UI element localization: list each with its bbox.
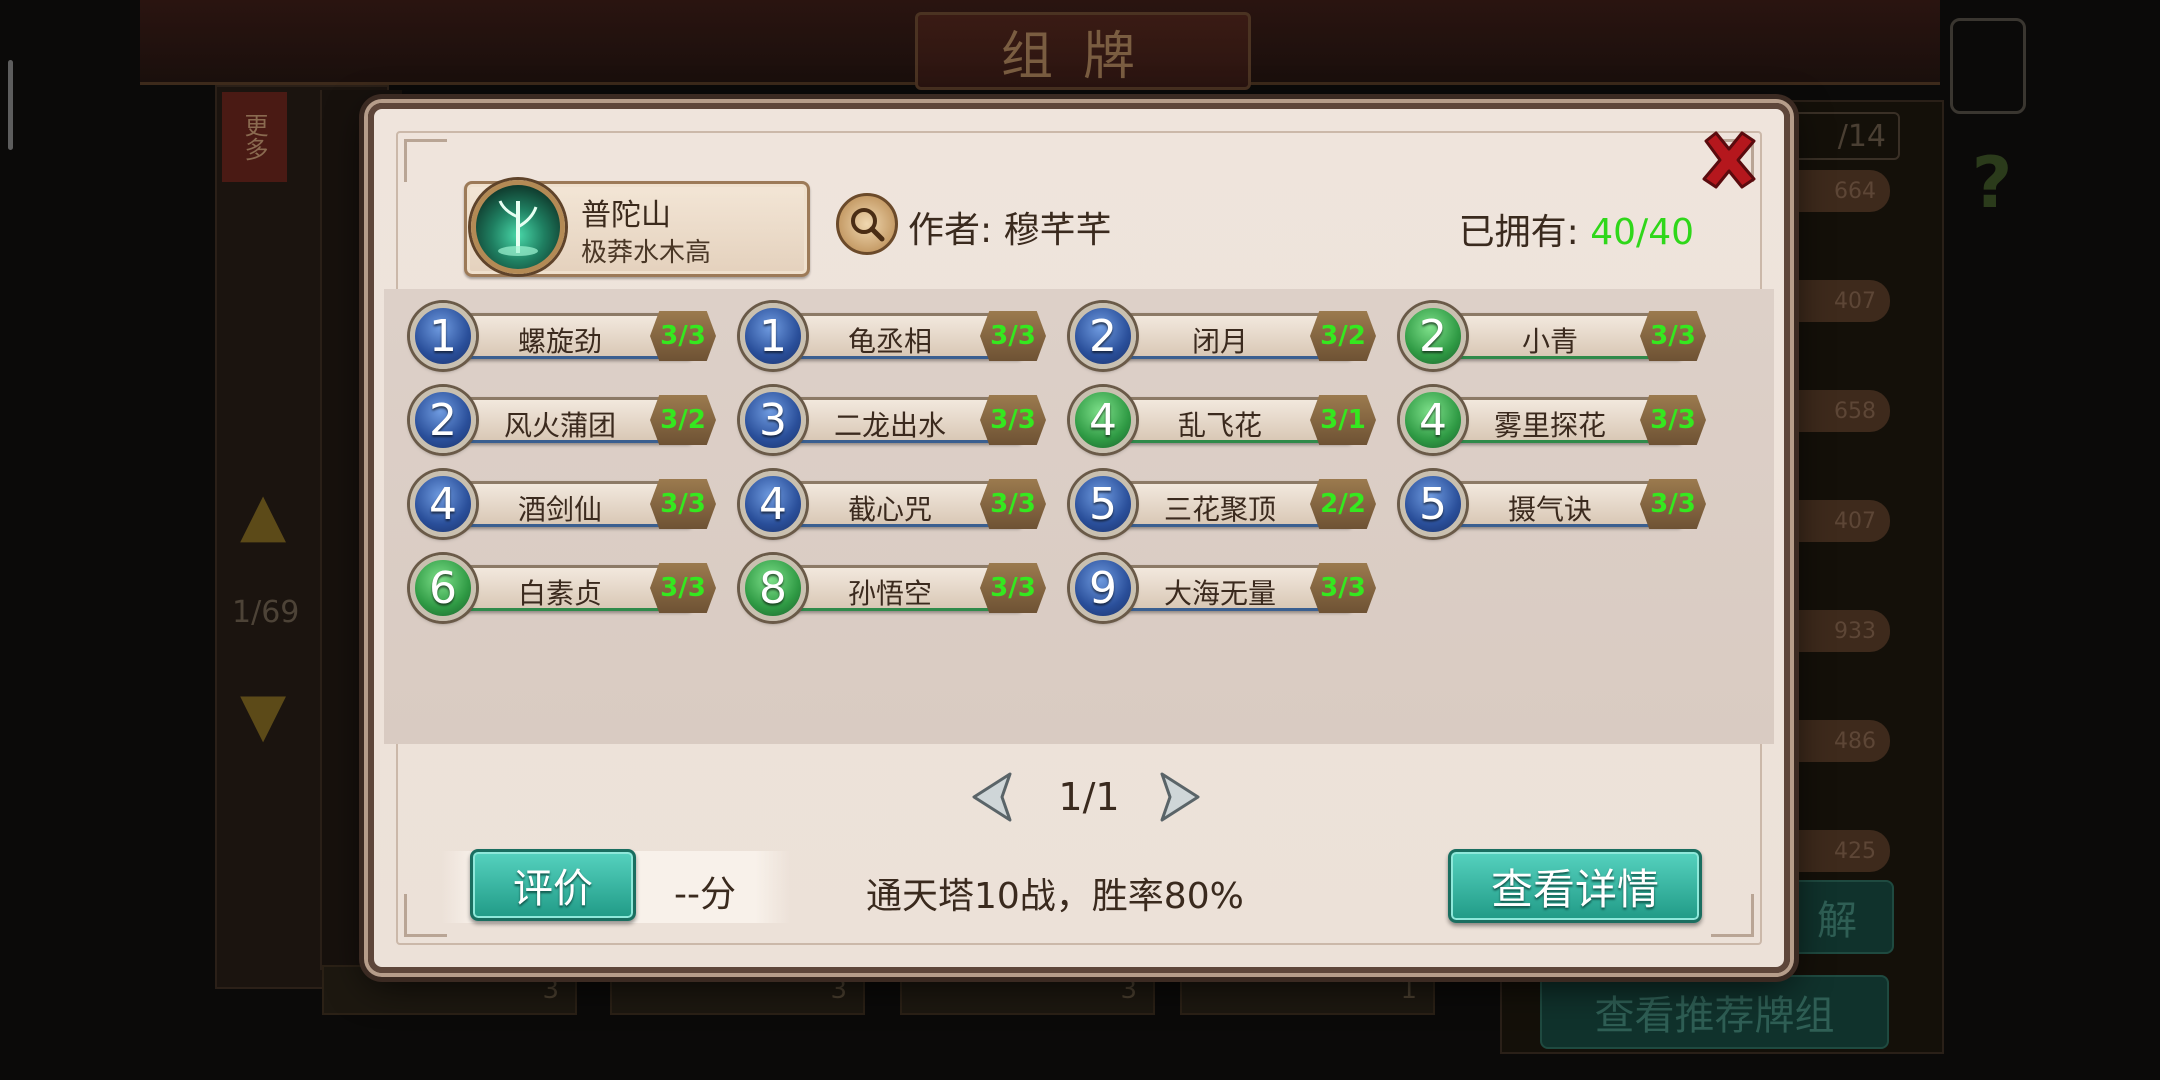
card-count: 3/3	[1640, 479, 1706, 529]
card-cost: 1	[410, 303, 476, 369]
tower-record: 通天塔10战，胜率80%	[866, 876, 1244, 917]
card-cost: 5	[1400, 471, 1466, 537]
search-button[interactable]	[836, 193, 898, 255]
card-cost: 2	[1070, 303, 1136, 369]
edge-handle	[8, 60, 13, 150]
card-name: 龟丞相	[847, 325, 932, 358]
card-item[interactable]: 小青 3/3 2	[1400, 303, 1708, 369]
card-count: 3/3	[1640, 395, 1706, 445]
card-count: 3/3	[650, 311, 716, 361]
card-item[interactable]: 闭月 3/2 2	[1070, 303, 1378, 369]
frame-corner	[404, 139, 447, 182]
bg-title: 组牌	[915, 12, 1251, 90]
card-name: 螺旋劲	[517, 325, 602, 358]
help-icon[interactable]: ?	[1960, 135, 2024, 231]
card-count: 3/1	[1310, 395, 1376, 445]
card-item[interactable]: 乱飞花 3/1 4	[1070, 387, 1378, 453]
card-item[interactable]: 孙悟空 3/3 8	[740, 555, 1048, 621]
card-cost: 8	[740, 555, 806, 621]
bg-deck-count: 1/69	[232, 595, 300, 630]
card-count: 3/3	[980, 563, 1046, 613]
close-button[interactable]	[1694, 125, 1764, 195]
scroll-down-icon[interactable]: ▼	[240, 680, 286, 750]
card-name: 乱飞花	[1177, 409, 1262, 442]
flag-icon[interactable]	[1950, 18, 2026, 114]
card-item[interactable]: 二龙出水 3/3 3	[740, 387, 1048, 453]
chevron-left-icon	[972, 772, 1012, 822]
bg-side-button[interactable]: 解	[1780, 880, 1894, 954]
frame-corner	[404, 894, 447, 937]
card-cost: 6	[410, 555, 476, 621]
chevron-right-icon	[1160, 772, 1200, 822]
card-name: 酒剑仙	[517, 493, 602, 526]
bg-recommend-button[interactable]: 查看推荐牌组	[1540, 975, 1889, 1049]
card-name: 摄气诀	[1507, 493, 1592, 526]
card-name: 孙悟空	[847, 577, 932, 610]
bamboo-emblem-icon	[471, 180, 565, 274]
card-cost: 4	[1070, 387, 1136, 453]
card-name: 风火蒲团	[503, 409, 616, 442]
card-count: 3/3	[650, 563, 716, 613]
card-name: 小青	[1521, 325, 1578, 358]
deck-badge: 普陀山 极莽水木高	[464, 180, 810, 277]
prev-page-button[interactable]	[966, 769, 1018, 825]
card-item[interactable]: 风火蒲团 3/2 2	[410, 387, 718, 453]
card-count: 3/3	[1310, 563, 1376, 613]
owned-count: 已拥有: 40/40	[1459, 203, 1694, 255]
card-name: 闭月	[1191, 325, 1248, 358]
card-count: 3/3	[980, 479, 1046, 529]
deck-detail-modal: 普陀山 极莽水木高 作者: 穆芊芊 已拥有: 40/40 螺旋劲 3/3 1 龟丞相 3…	[368, 103, 1790, 973]
bg-more-tag[interactable]: 更多	[222, 92, 287, 182]
card-cost: 9	[1070, 555, 1136, 621]
card-name: 大海无量	[1163, 577, 1276, 610]
card-cost: 5	[1070, 471, 1136, 537]
next-page-button[interactable]	[1154, 769, 1206, 825]
card-item[interactable]: 龟丞相 3/3 1	[740, 303, 1048, 369]
view-details-button[interactable]: 查看详情	[1448, 849, 1702, 923]
card-item[interactable]: 摄气诀 3/3 5	[1400, 471, 1708, 537]
card-item[interactable]: 雾里探花 3/3 4	[1400, 387, 1708, 453]
card-cost: 4	[740, 471, 806, 537]
page-indicator: 1/1	[1058, 775, 1120, 819]
card-count: 3/3	[1640, 311, 1706, 361]
author-label: 作者: 穆芊芊	[908, 210, 1112, 251]
search-icon	[851, 208, 885, 242]
card-count: 3/3	[980, 311, 1046, 361]
card-item[interactable]: 白素贞 3/3 6	[410, 555, 718, 621]
deck-subtitle: 极莽水木高	[581, 238, 712, 268]
rate-button[interactable]: 评价	[470, 849, 636, 921]
owned-label: 已拥有:	[1458, 212, 1591, 253]
card-cost: 4	[410, 471, 476, 537]
card-name: 三花聚顶	[1163, 493, 1276, 526]
card-cost: 2	[1400, 303, 1466, 369]
card-item[interactable]: 截心咒 3/3 4	[740, 471, 1048, 537]
card-list: 螺旋劲 3/3 1 龟丞相 3/3 1 闭月 3/2 2 小青 3/3 2 风火蒲团 3/2 2 二龙出水 3/…	[384, 289, 1774, 744]
card-count: 2/2	[1310, 479, 1376, 529]
card-name: 截心咒	[847, 493, 932, 526]
card-cost: 3	[740, 387, 806, 453]
scroll-up-icon[interactable]: ▲	[240, 480, 286, 550]
card-count: 3/3	[980, 395, 1046, 445]
card-count: 3/3	[650, 479, 716, 529]
card-count: 3/2	[1310, 311, 1376, 361]
card-name: 白素贞	[517, 577, 602, 610]
card-item[interactable]: 螺旋劲 3/3 1	[410, 303, 718, 369]
card-item[interactable]: 酒剑仙 3/3 4	[410, 471, 718, 537]
frame-corner	[1711, 894, 1754, 937]
deck-name: 普陀山	[581, 198, 671, 233]
card-cost: 1	[740, 303, 806, 369]
card-name: 二龙出水	[833, 409, 946, 442]
score-value: --分	[674, 874, 736, 915]
card-item[interactable]: 三花聚顶 2/2 5	[1070, 471, 1378, 537]
card-cost: 4	[1400, 387, 1466, 453]
card-name: 雾里探花	[1493, 409, 1606, 442]
card-item[interactable]: 大海无量 3/3 9	[1070, 555, 1378, 621]
card-cost: 2	[410, 387, 476, 453]
card-count: 3/2	[650, 395, 716, 445]
close-icon	[1702, 131, 1756, 189]
owned-value: 40/40	[1590, 212, 1694, 253]
